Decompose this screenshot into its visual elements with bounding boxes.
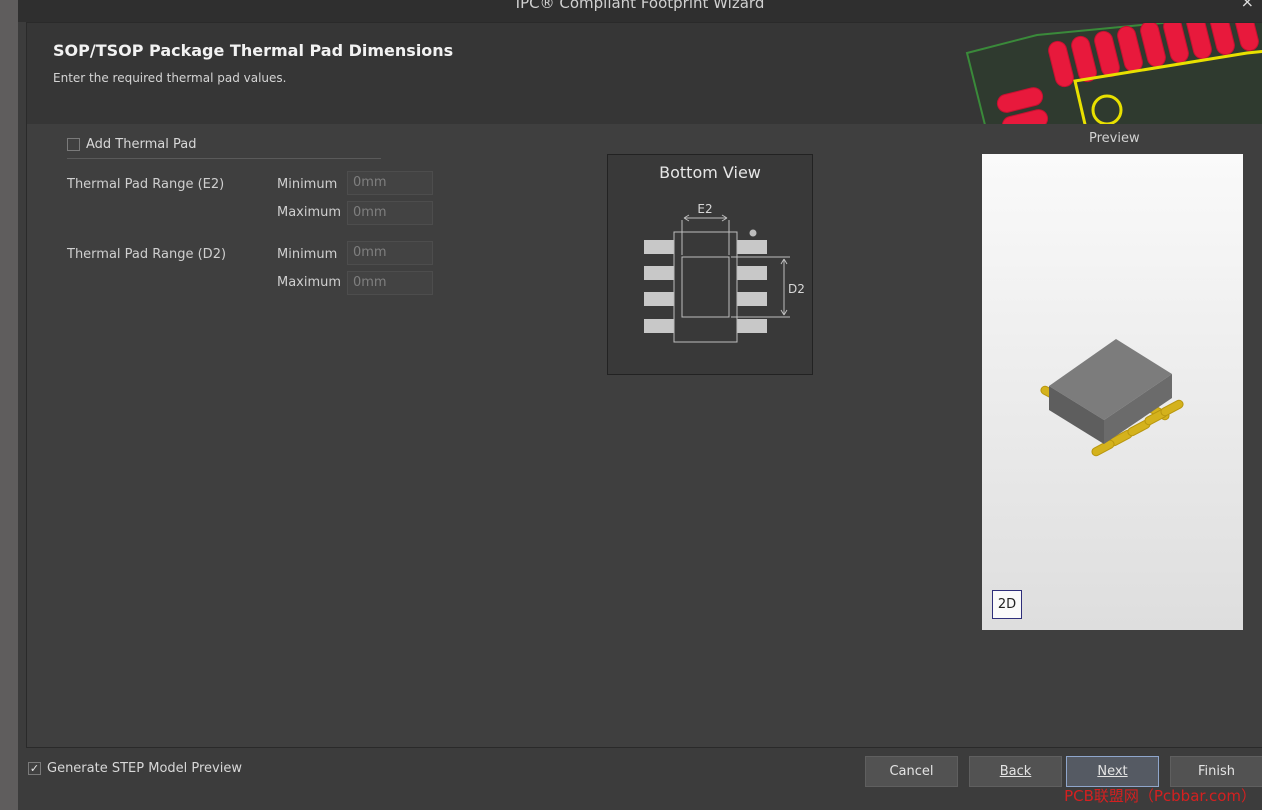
add-thermal-pad-checkbox[interactable] <box>67 138 80 151</box>
package-3d-model <box>1040 339 1184 457</box>
d2-max-label: Maximum <box>277 275 342 290</box>
add-thermal-pad-checkbox-row[interactable]: Add Thermal Pad <box>67 137 196 152</box>
next-button[interactable]: Next <box>1066 756 1159 787</box>
page-subtitle: Enter the required thermal pad values. <box>53 71 287 85</box>
generate-step-checkbox[interactable]: ✓ <box>28 762 41 775</box>
d2-range-label: Thermal Pad Range (D2) <box>67 247 227 262</box>
d2-max-input[interactable]: 0mm <box>347 271 433 295</box>
content-area: Add Thermal Pad Thermal Pad Range (E2) M… <box>27 124 1262 747</box>
window-title: IPC® Compliant Footprint Wizard <box>515 0 765 12</box>
d2-min-input[interactable]: 0mm <box>347 241 433 265</box>
title-bar: IPC® Compliant Footprint Wizard × <box>18 0 1262 22</box>
d2-min-label: Minimum <box>277 247 338 262</box>
e2-dimension-label: E2 <box>697 202 712 216</box>
finish-button[interactable]: Finish <box>1170 756 1262 787</box>
pcb-banner-image <box>965 23 1262 124</box>
e2-max-label: Maximum <box>277 205 342 220</box>
2d-view-button[interactable]: 2D <box>992 590 1022 619</box>
wizard-window: IPC® Compliant Footprint Wizard × SOP/TS… <box>18 0 1262 810</box>
back-button[interactable]: Back <box>969 756 1062 787</box>
cancel-button[interactable]: Cancel <box>865 756 958 787</box>
generate-step-checkbox-row[interactable]: ✓ Generate STEP Model Preview <box>28 761 242 776</box>
package-bottom-drawing: E2 D2 <box>644 202 805 343</box>
preview-label: Preview <box>1089 131 1140 146</box>
generate-step-label: Generate STEP Model Preview <box>47 761 242 776</box>
e2-min-label: Minimum <box>277 177 338 192</box>
e2-max-input[interactable]: 0mm <box>347 201 433 225</box>
watermark-text: PCB联盟网（Pcbbar.com） <box>1064 787 1256 805</box>
wizard-page: SOP/TSOP Package Thermal Pad Dimensions … <box>26 22 1262 748</box>
d2-dimension-label: D2 <box>788 282 805 296</box>
section-divider <box>67 158 381 159</box>
bottom-view-diagram: Bottom View E2 D2 <box>607 154 813 375</box>
add-thermal-pad-label: Add Thermal Pad <box>86 137 197 152</box>
e2-range-label: Thermal Pad Range (E2) <box>67 177 225 192</box>
step-model-preview[interactable]: 2D <box>982 154 1243 630</box>
page-header: SOP/TSOP Package Thermal Pad Dimensions … <box>27 23 1262 124</box>
close-icon[interactable]: × <box>1241 0 1254 11</box>
e2-min-input[interactable]: 0mm <box>347 171 433 195</box>
page-title: SOP/TSOP Package Thermal Pad Dimensions <box>53 41 454 60</box>
